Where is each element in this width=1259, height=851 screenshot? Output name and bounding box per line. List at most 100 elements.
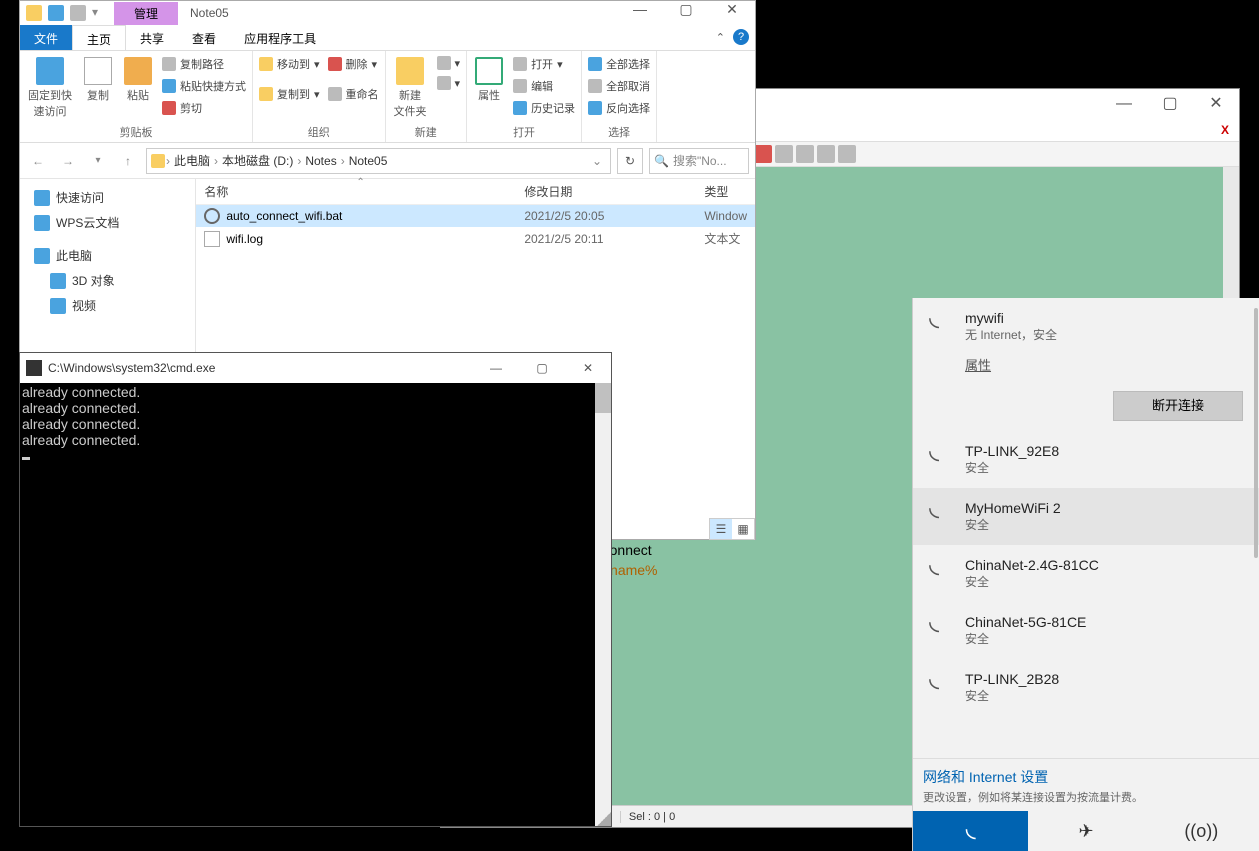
history-button[interactable]: 历史记录 [511,99,577,117]
toolbar-icon[interactable] [775,145,793,163]
forward-button[interactable]: → [56,149,80,173]
column-headers[interactable]: 名称 修改日期 类型 [196,179,755,205]
wifi-scrollbar[interactable] [1253,298,1259,758]
copypath-button[interactable]: 复制路径 [160,55,248,73]
toolbar-icon[interactable] [817,145,835,163]
folder-icon [259,57,273,71]
close-button[interactable]: ✕ [565,353,611,383]
wifi-network[interactable]: MyHomeWiFi 2 安全 [913,488,1259,545]
close-button[interactable]: ✕ [709,1,755,25]
wifi-toggle[interactable] [913,811,1028,851]
paste-button[interactable]: 粘贴 [120,55,156,105]
details-view-icon[interactable]: ☰ [710,519,732,539]
resize-grip[interactable] [597,812,611,826]
easyaccess-button[interactable]: ▾ [435,75,463,91]
open-button[interactable]: 打开 ▾ [511,55,577,73]
copy-button[interactable]: 复制 [80,55,116,105]
pin-button[interactable]: 固定到快 速访问 [24,55,76,121]
maximize-button[interactable]: ▢ [663,1,709,25]
cut-button[interactable]: 剪切 [160,99,248,117]
nav-3dobjects[interactable]: 3D 对象 [20,268,195,293]
nav-wps[interactable]: WPS云文档 [20,210,195,235]
breadcrumb[interactable]: 本地磁盘 (D:) [219,152,296,169]
qat-icon[interactable] [48,5,64,21]
delete-button[interactable]: 删除 ▾ [326,55,381,73]
cmd-titlebar[interactable]: C:\Windows\system32\cmd.exe — ▢ ✕ [20,353,611,383]
search-input[interactable]: 🔍 搜索"No... [649,148,749,174]
wifi-network-connected[interactable]: mywifi 无 Internet，安全 [913,298,1259,355]
up-button[interactable]: ↑ [116,149,140,173]
terminal-body[interactable]: already connected. already connected. al… [20,383,611,826]
menu-home[interactable]: 主页 [72,25,126,50]
qat-dropdown-icon[interactable]: ▾ [92,5,108,21]
breadcrumb[interactable]: Notes [302,154,339,168]
record-icon[interactable] [754,145,772,163]
maximize-button[interactable]: ▢ [519,353,565,383]
menu-share[interactable]: 共享 [126,25,178,50]
folder-icon[interactable] [26,5,42,21]
minimize-button[interactable]: — [1101,89,1147,119]
file-row[interactable]: auto_connect_wifi.bat 2021/2/5 20:05 Win… [196,205,755,227]
airplane-toggle[interactable]: ✈ [1028,811,1143,851]
delete-icon [328,57,342,71]
title-context-tab[interactable]: 管理 [114,2,178,25]
copyto-button[interactable]: 复制到 ▾ [257,85,322,103]
document-close-icon[interactable]: X [1217,121,1235,139]
explorer-titlebar[interactable]: ▾ 管理 Note05 — ▢ ✕ [20,1,755,25]
terminal-line: already connected. [22,416,140,432]
terminal-line: already connected. [22,400,140,416]
qat-icon[interactable] [70,5,86,21]
group-label: 选择 [586,124,652,140]
terminal-scrollbar[interactable] [595,383,611,826]
nav-quickaccess[interactable]: 快速访问 [20,185,195,210]
play-icon[interactable] [796,145,814,163]
newfolder-button[interactable]: 新建 文件夹 [390,55,431,121]
wifi-icon [929,500,953,524]
largeicons-view-icon[interactable]: ▦ [732,519,754,539]
properties-button[interactable]: 属性 [471,55,507,105]
back-button[interactable]: ← [26,149,50,173]
collapse-ribbon-icon[interactable]: ⌃ [716,31,725,44]
menu-view[interactable]: 查看 [178,25,230,50]
wifi-icon [929,443,953,467]
maximize-button[interactable]: ▢ [1147,89,1193,119]
col-modified[interactable]: 修改日期 [524,183,704,200]
wifi-network[interactable]: TP-LINK_2B28 安全 [913,659,1259,716]
address-bar[interactable]: › 此电脑› 本地磁盘 (D:)› Notes› Note05 ⌄ [146,148,611,174]
selectnone-button[interactable]: 全部取消 [586,77,652,95]
wifi-network[interactable]: TP-LINK_92E8 安全 [913,431,1259,488]
toolbar-icon[interactable] [838,145,856,163]
wifi-name: ChinaNet-5G-81CE [965,614,1086,630]
nav-videos[interactable]: 视频 [20,293,195,318]
minimize-button[interactable]: — [617,1,663,25]
recent-dropdown[interactable]: ▾ [86,149,110,173]
newitem-button[interactable]: ▾ [435,55,463,71]
pasteshortcut-button[interactable]: 粘贴快捷方式 [160,77,248,95]
file-modified: 2021/2/5 20:11 [524,232,704,246]
refresh-button[interactable]: ↻ [617,148,643,174]
star-icon [34,190,50,206]
edit-button[interactable]: 编辑 [511,77,577,95]
close-button[interactable]: ✕ [1193,89,1239,119]
help-icon[interactable]: ? [733,29,749,45]
menu-apptools[interactable]: 应用程序工具 [230,25,330,50]
invert-button[interactable]: 反向选择 [586,99,652,117]
cmd-icon [26,360,42,376]
file-row[interactable]: wifi.log 2021/2/5 20:11 文本文 [196,227,755,250]
col-type[interactable]: 类型 [704,183,747,200]
disconnect-button[interactable]: 断开连接 [1113,391,1243,421]
rename-button[interactable]: 重命名 [326,85,381,103]
wifi-properties-link[interactable]: 属性 [965,358,991,373]
menu-file[interactable]: 文件 [20,25,72,50]
moveto-button[interactable]: 移动到 ▾ [257,55,322,73]
nav-thispc[interactable]: 此电脑 [20,243,195,268]
selectall-button[interactable]: 全部选择 [586,55,652,73]
minimize-button[interactable]: — [473,353,519,383]
address-dropdown-icon[interactable]: ⌄ [588,154,606,168]
breadcrumb[interactable]: Note05 [346,154,391,168]
wifi-network[interactable]: ChinaNet-5G-81CE 安全 [913,602,1259,659]
breadcrumb[interactable]: 此电脑 [171,152,213,169]
wifi-network[interactable]: ChinaNet-2.4G-81CC 安全 [913,545,1259,602]
hotspot-toggle[interactable]: ((o)) [1144,811,1259,851]
network-settings-link[interactable]: 网络和 Internet 设置 [923,767,1249,787]
